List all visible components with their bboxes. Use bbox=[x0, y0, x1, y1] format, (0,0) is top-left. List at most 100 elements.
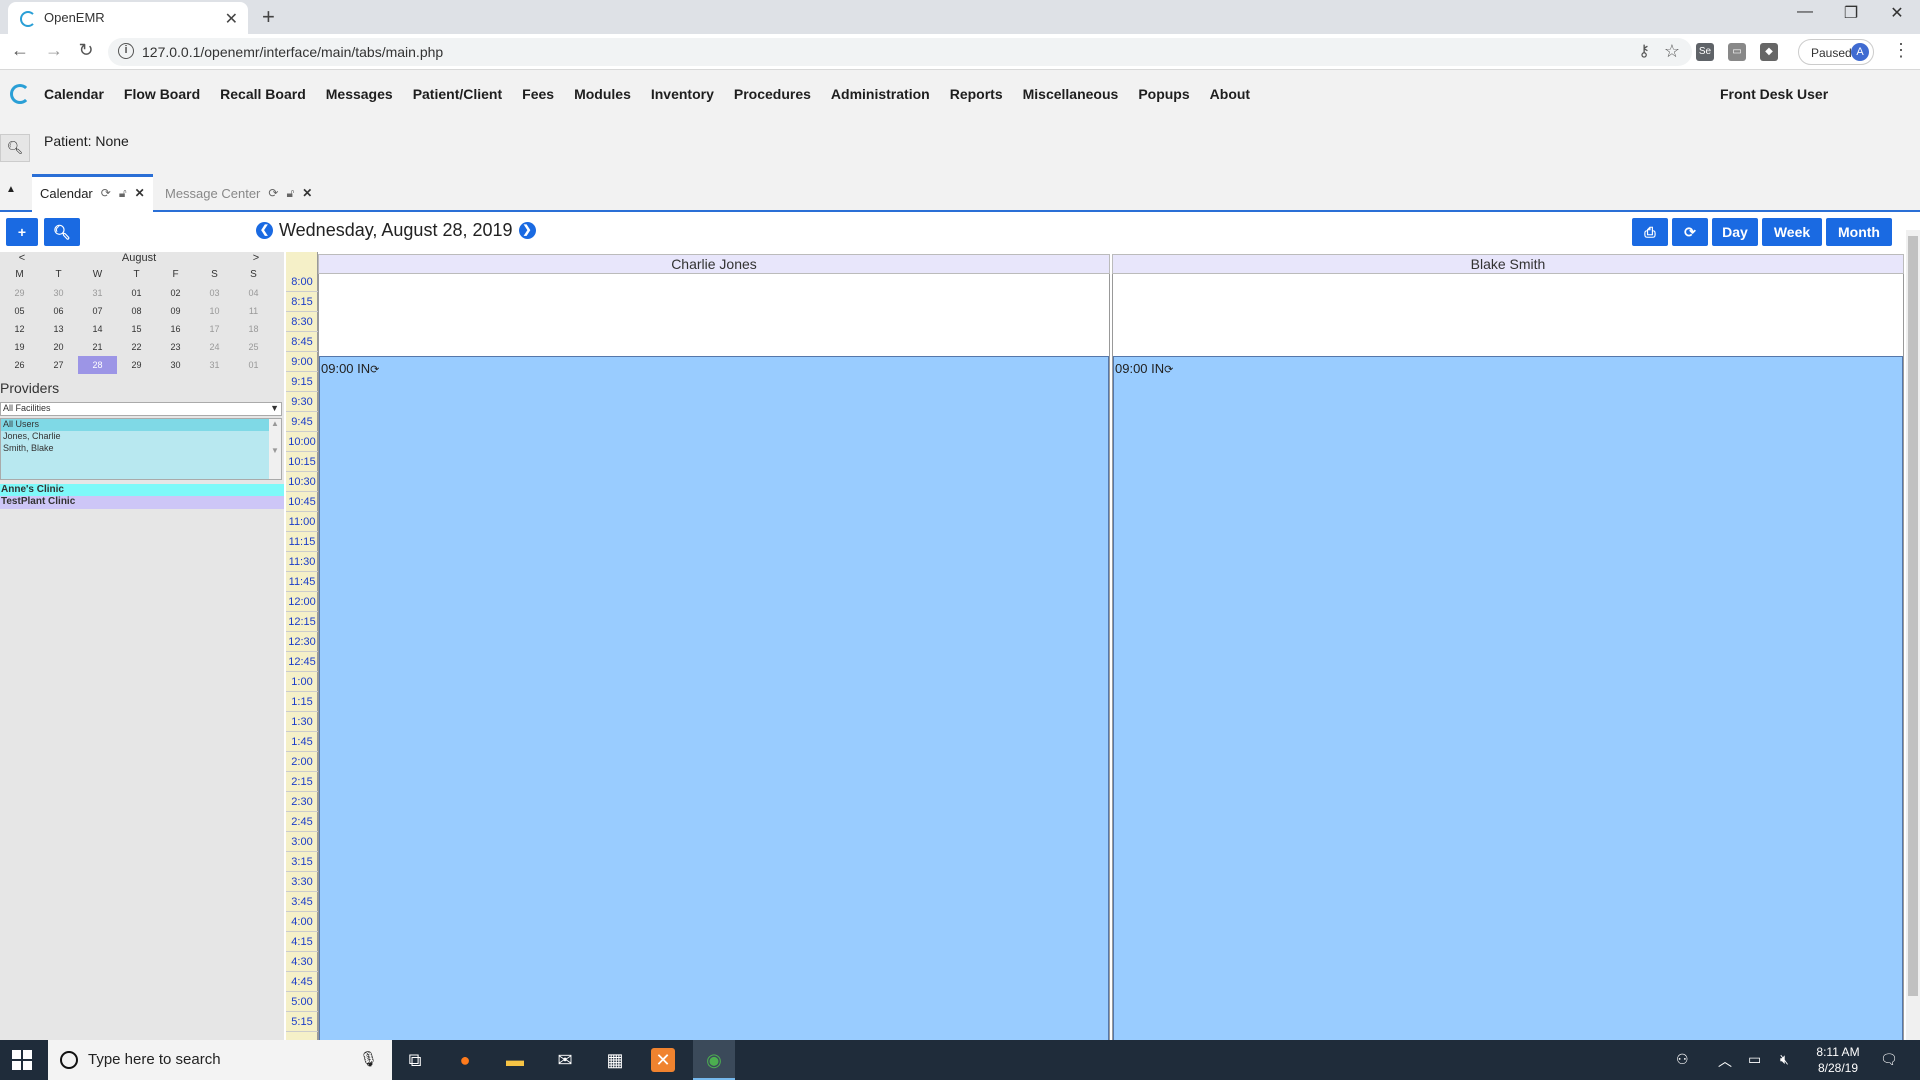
mini-calendar-day[interactable]: 24 bbox=[195, 338, 234, 356]
people-icon[interactable]: ⚇ bbox=[1676, 1051, 1689, 1068]
menu-item-about[interactable]: About bbox=[1210, 86, 1250, 102]
time-slot-label[interactable]: 8:00 bbox=[286, 272, 318, 292]
time-slot-label[interactable]: 1:30 bbox=[286, 712, 318, 732]
time-slot-label[interactable]: 12:45 bbox=[286, 652, 318, 672]
windows-start-icon[interactable] bbox=[12, 1050, 32, 1070]
time-slot-label[interactable]: 10:45 bbox=[286, 492, 318, 512]
restore-icon[interactable]: ❐ bbox=[1828, 3, 1874, 23]
mini-calendar-day[interactable]: 31 bbox=[78, 284, 117, 302]
time-slot-label[interactable]: 2:30 bbox=[286, 792, 318, 812]
time-slot-label[interactable]: 1:45 bbox=[286, 732, 318, 752]
time-slot-label[interactable]: 4:15 bbox=[286, 932, 318, 952]
vertical-scrollbar[interactable] bbox=[1906, 230, 1920, 1040]
time-slot-label[interactable]: 11:00 bbox=[286, 512, 318, 532]
menu-item-flow-board[interactable]: Flow Board bbox=[124, 86, 200, 102]
provider-list-scrollbar[interactable]: ▲ ▼ bbox=[269, 419, 281, 479]
mini-calendar-day[interactable]: 22 bbox=[117, 338, 156, 356]
time-slot-label[interactable]: 5:00 bbox=[286, 992, 318, 1012]
mini-calendar-day[interactable]: 01 bbox=[117, 284, 156, 302]
mini-calendar-day[interactable]: 29 bbox=[117, 356, 156, 374]
extension-bird-icon[interactable]: ◆ bbox=[1760, 43, 1778, 61]
time-slot-label[interactable]: 4:45 bbox=[286, 972, 318, 992]
mini-calendar-day[interactable]: 13 bbox=[39, 320, 78, 338]
mini-calendar-day[interactable]: 30 bbox=[156, 356, 195, 374]
unlock-icon[interactable]: 🔓︎ bbox=[286, 186, 294, 212]
mini-calendar-day[interactable]: 17 bbox=[195, 320, 234, 338]
forward-icon[interactable]: → bbox=[42, 40, 66, 61]
mini-calendar-day[interactable]: 08 bbox=[117, 302, 156, 320]
mini-calendar-day[interactable]: 07 bbox=[78, 302, 117, 320]
time-slot-label[interactable]: 11:15 bbox=[286, 532, 318, 552]
month-view-button[interactable]: Month bbox=[1826, 218, 1892, 246]
prev-day-icon[interactable]: ❮ bbox=[256, 222, 273, 239]
mini-calendar-day[interactable]: 12 bbox=[0, 320, 39, 338]
time-slot-label[interactable]: 9:00 bbox=[286, 352, 318, 372]
mini-calendar-day[interactable]: 26 bbox=[0, 356, 39, 374]
search-appointment-button[interactable]: 🔍︎ bbox=[44, 218, 80, 246]
time-slot-label[interactable]: 1:15 bbox=[286, 692, 318, 712]
mini-calendar-day[interactable]: 05 bbox=[0, 302, 39, 320]
close-tab-icon[interactable]: ✕ bbox=[225, 9, 238, 29]
bookmark-star-icon[interactable]: ☆ bbox=[1664, 41, 1680, 62]
chrome-menu-icon[interactable]: ⋮ bbox=[1892, 40, 1910, 61]
site-info-icon[interactable]: i bbox=[118, 43, 134, 59]
refresh-icon[interactable]: ⟳ bbox=[101, 186, 111, 212]
mini-calendar-day[interactable]: 15 bbox=[117, 320, 156, 338]
mini-calendar-day[interactable]: 21 bbox=[78, 338, 117, 356]
mini-calendar-day[interactable]: 31 bbox=[195, 356, 234, 374]
mini-calendar-day[interactable]: 28 bbox=[78, 356, 117, 374]
close-icon[interactable]: ✕ bbox=[135, 186, 145, 212]
user-menu[interactable]: Front Desk User bbox=[1720, 86, 1828, 102]
appointment-block[interactable]: 09:00 IN⟳ bbox=[319, 356, 1109, 1040]
refresh-icon[interactable]: ⟳ bbox=[268, 186, 278, 212]
time-slot-label[interactable]: 3:15 bbox=[286, 852, 318, 872]
mini-calendar-day[interactable]: 29 bbox=[0, 284, 39, 302]
day-view-button[interactable]: Day bbox=[1712, 218, 1758, 246]
time-slot-label[interactable]: 9:30 bbox=[286, 392, 318, 412]
refresh-button[interactable]: ⟳ bbox=[1672, 218, 1708, 246]
time-slot-label[interactable]: 11:45 bbox=[286, 572, 318, 592]
extension-se-icon[interactable]: Se bbox=[1696, 43, 1714, 61]
patient-search-button[interactable]: 🔍︎ bbox=[0, 134, 30, 162]
next-month-button[interactable]: > bbox=[234, 252, 278, 266]
minimize-icon[interactable]: — bbox=[1782, 3, 1828, 21]
time-slot-label[interactable]: 8:15 bbox=[286, 292, 318, 312]
openemr-logo-icon[interactable] bbox=[10, 84, 30, 104]
time-slot-label[interactable]: 4:00 bbox=[286, 912, 318, 932]
time-slot-label[interactable]: 12:15 bbox=[286, 612, 318, 632]
mini-calendar-day[interactable]: 27 bbox=[39, 356, 78, 374]
mail-icon[interactable]: ✉ bbox=[553, 1048, 577, 1072]
mini-calendar-day[interactable]: 02 bbox=[156, 284, 195, 302]
close-icon[interactable]: ✕ bbox=[302, 186, 312, 212]
profile-button[interactable]: Paused A bbox=[1798, 39, 1874, 65]
key-icon[interactable]: ⚷ bbox=[1638, 41, 1650, 61]
unlock-icon[interactable]: 🔓︎ bbox=[119, 186, 127, 212]
menu-item-miscellaneous[interactable]: Miscellaneous bbox=[1023, 86, 1119, 102]
time-slot-label[interactable]: 10:30 bbox=[286, 472, 318, 492]
show-hidden-icons-chevron-up-icon[interactable]: ︿ bbox=[1718, 1051, 1732, 1071]
prev-month-button[interactable]: < bbox=[0, 252, 44, 266]
taskbar-search-box[interactable]: Type here to search 🎙︎ bbox=[48, 1040, 392, 1080]
add-appointment-button[interactable]: + bbox=[6, 218, 38, 246]
tab-message-center[interactable]: Message Center ⟳ 🔓︎ ✕ bbox=[157, 174, 320, 212]
week-view-button[interactable]: Week bbox=[1762, 218, 1822, 246]
url-text[interactable]: 127.0.0.1/openemr/interface/main/tabs/ma… bbox=[142, 44, 443, 60]
address-bar[interactable]: i 127.0.0.1/openemr/interface/main/tabs/… bbox=[108, 38, 1692, 66]
time-slot-label[interactable]: 4:30 bbox=[286, 952, 318, 972]
provider-option[interactable]: Smith, Blake bbox=[1, 443, 281, 455]
mini-calendar-day[interactable]: 20 bbox=[39, 338, 78, 356]
extension-cast-icon[interactable]: ▭ bbox=[1728, 43, 1746, 61]
time-slot-label[interactable]: 3:00 bbox=[286, 832, 318, 852]
chrome-taskbar-button[interactable]: ◉ bbox=[693, 1040, 735, 1080]
time-slot-label[interactable]: 9:45 bbox=[286, 412, 318, 432]
time-slot-label[interactable]: 9:15 bbox=[286, 372, 318, 392]
time-slot-label[interactable]: 3:45 bbox=[286, 892, 318, 912]
mini-calendar-day[interactable]: 09 bbox=[156, 302, 195, 320]
volume-muted-icon[interactable]: 🔇︎ bbox=[1780, 1051, 1789, 1068]
new-tab-button[interactable]: + bbox=[262, 4, 275, 30]
tab-calendar[interactable]: Calendar ⟳ 🔓︎ ✕ bbox=[32, 174, 153, 212]
next-day-icon[interactable]: ❯ bbox=[518, 222, 536, 239]
time-slot-label[interactable]: 5:15 bbox=[286, 1012, 318, 1032]
menu-item-calendar[interactable]: Calendar bbox=[44, 86, 104, 102]
print-button[interactable]: ⎙ bbox=[1632, 218, 1668, 246]
